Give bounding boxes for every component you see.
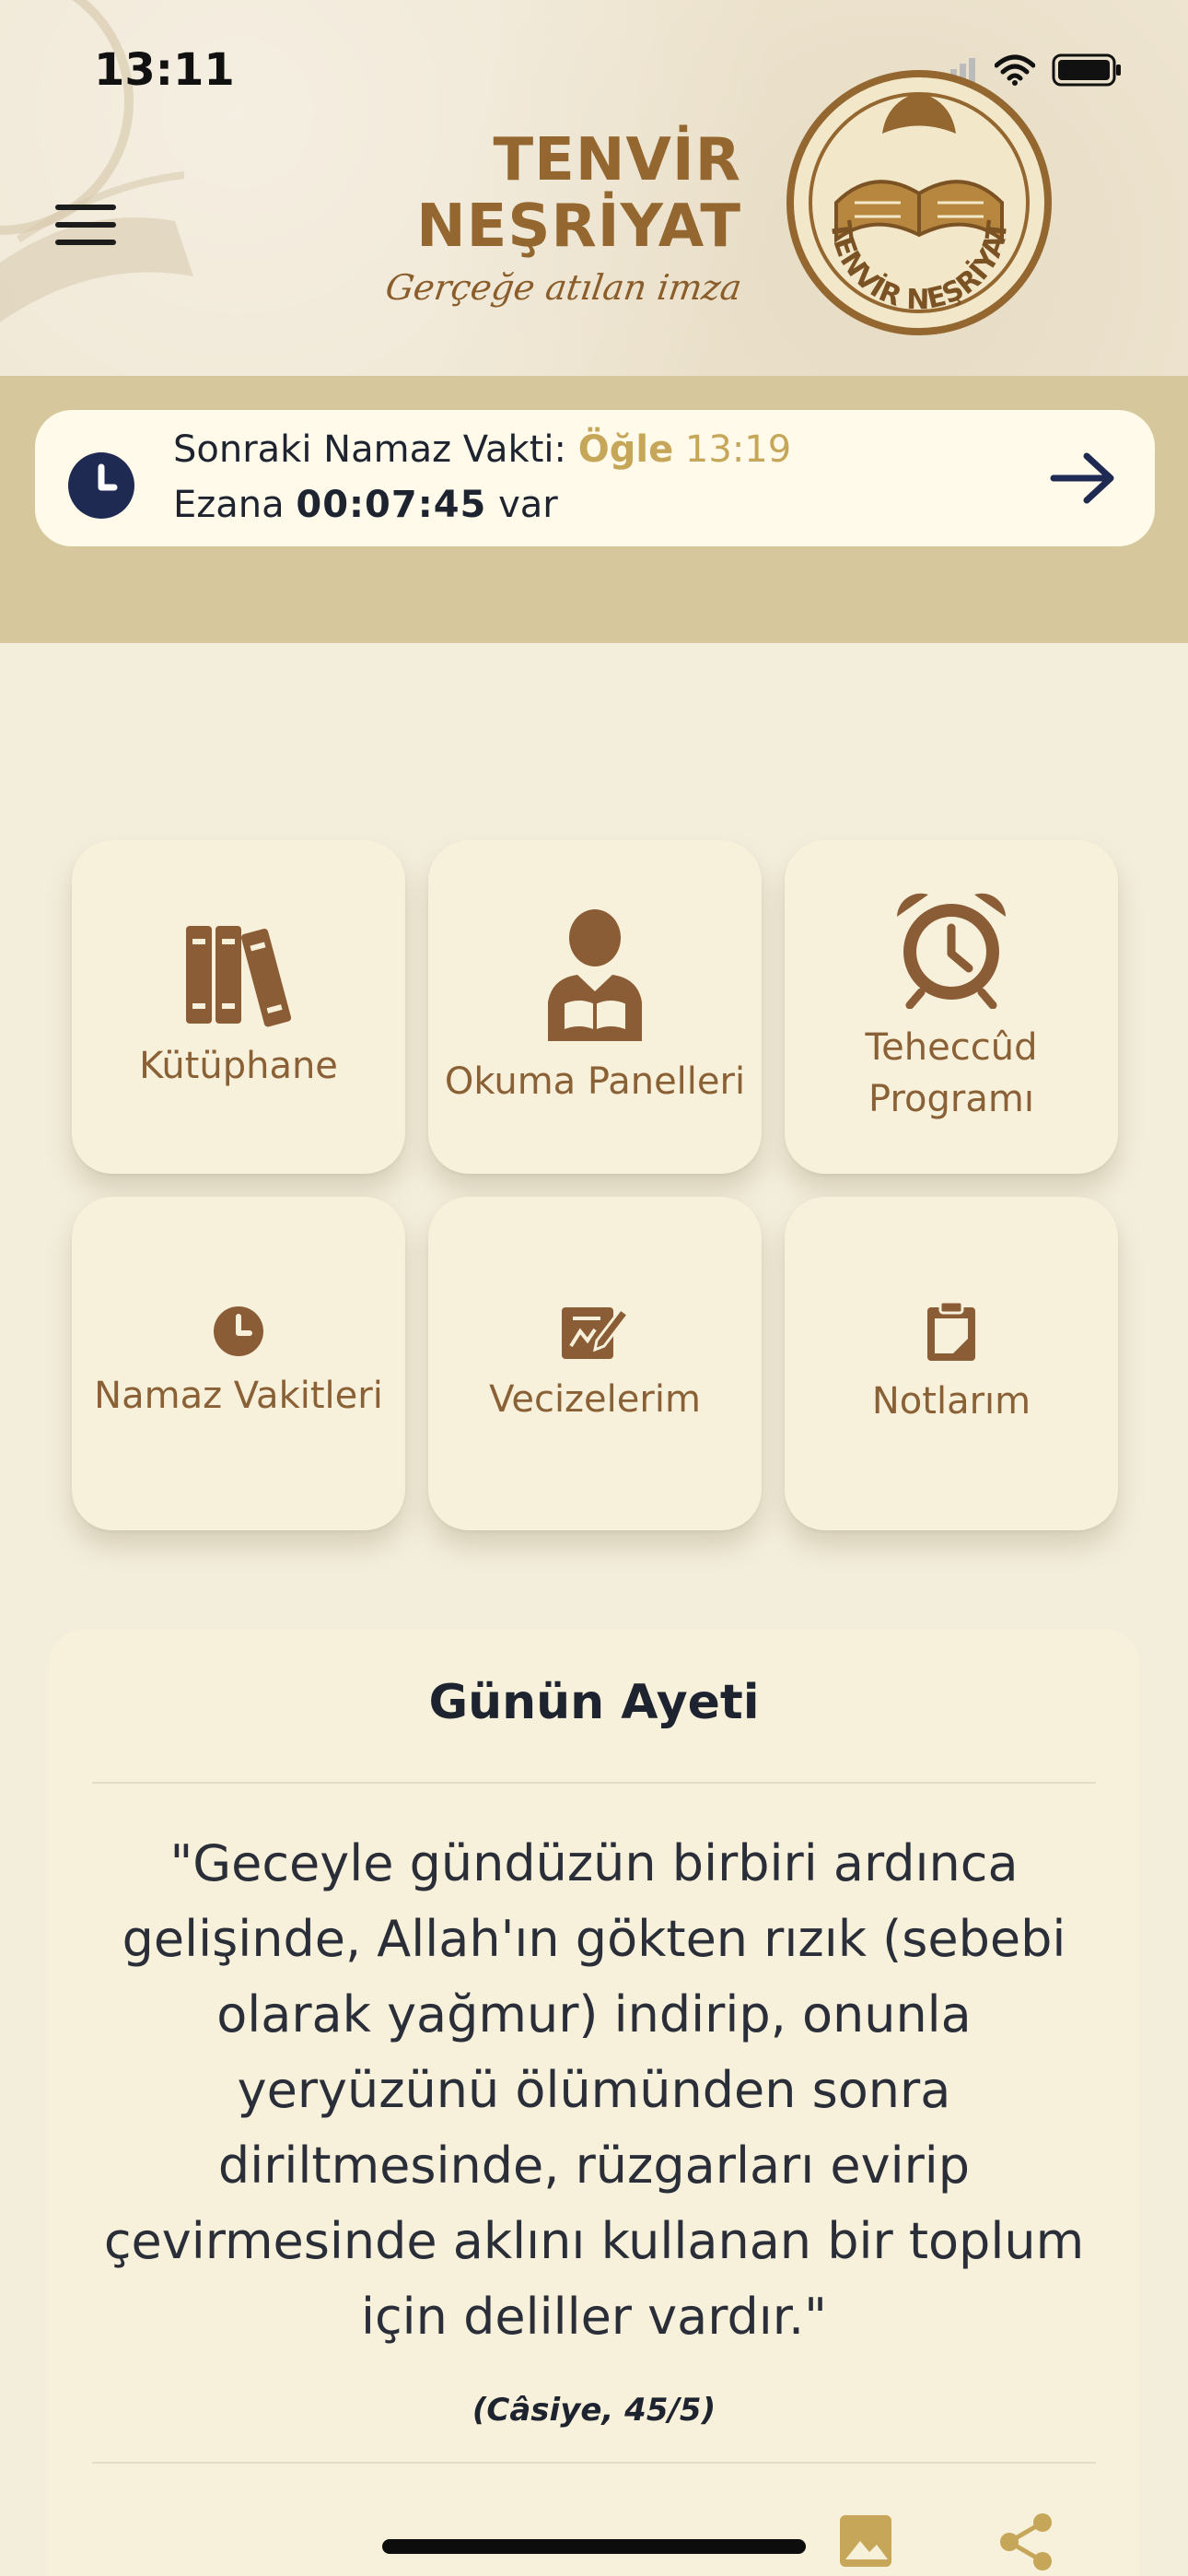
battery-icon [1052, 53, 1121, 87]
home-indicator[interactable] [382, 2539, 806, 2554]
menu-bar [55, 222, 116, 228]
countdown-line: Ezana 00:07:45 var [173, 484, 558, 526]
app-header: 13:11 TENVİR NEŞRİYAT Gerçeğe atılan imz… [0, 0, 1188, 376]
arrow-right-icon[interactable] [1048, 451, 1118, 506]
divider [92, 2462, 1096, 2464]
clock-icon [214, 1306, 263, 1356]
share-icon[interactable] [996, 2512, 1057, 2572]
menu-tile-notes[interactable]: Notlarım [785, 1197, 1118, 1530]
clock-icon [68, 452, 134, 519]
brand-wordmark: TENVİR NEŞRİYAT Gerçeğe atılan imza [364, 126, 745, 308]
countdown-value: 00:07:45 [296, 484, 487, 526]
menu-label-tahajjud-program: Teheccûd Programı [865, 1026, 1038, 1120]
brand-seal-logo: TENVİR NEŞRİYAT [786, 70, 1052, 335]
menu-label-quotes: Vecizelerim [489, 1378, 701, 1421]
menu-grid: Kütüphane Okuma Panelleri Teheccûd Progr… [72, 840, 1118, 1530]
pen-edit-icon [562, 1306, 630, 1359]
books-icon [186, 926, 292, 1027]
menu-tile-tahajjud-program[interactable]: Teheccûd Programı [785, 840, 1118, 1174]
next-prayer-prefix: Sonraki Namaz Vakti: [173, 428, 566, 471]
next-prayer-line: Sonraki Namaz Vakti: Öğle 13:19 [173, 428, 791, 471]
verse-of-the-day-card: Günün Ayeti "Geceyle gündüzün birbiri ar… [48, 1629, 1140, 2576]
brand-line1: TENVİR [493, 126, 741, 194]
image-icon[interactable] [838, 2513, 893, 2569]
menu-label-prayer-times: Namaz Vakitleri [94, 1375, 383, 1417]
menu-label-reading-panels: Okuma Panelleri [444, 1060, 746, 1103]
menu-tile-library[interactable]: Kütüphane [72, 840, 405, 1174]
menu-tile-quotes[interactable]: Vecizelerim [428, 1197, 762, 1530]
next-prayer-name: Öğle [577, 428, 674, 471]
countdown-prefix: Ezana [173, 484, 285, 526]
menu-tile-prayer-times[interactable]: Namaz Vakitleri [72, 1197, 405, 1530]
menu-bar [55, 240, 116, 245]
next-prayer-card[interactable]: Sonraki Namaz Vakti: Öğle 13:19 Ezana 00… [35, 410, 1155, 546]
divider [92, 1782, 1096, 1784]
status-time: 13:11 [94, 44, 235, 96]
verse-text: "Geceyle gündüzün birbiri ardınca gelişi… [103, 1834, 1085, 2346]
menu-tile-reading-panels[interactable]: Okuma Panelleri [428, 840, 762, 1174]
next-prayer-time: 13:19 [684, 428, 792, 471]
alarm-clock-icon [897, 893, 1006, 1009]
brand-line2: NEŞRİYAT [416, 193, 741, 261]
hamburger-menu-button[interactable] [55, 205, 116, 245]
countdown-suffix: var [498, 484, 558, 526]
verse-reference: (Câsiye, 45/5) [472, 2392, 716, 2429]
clipboard-icon [927, 1300, 975, 1361]
verse-title: Günün Ayeti [428, 1675, 760, 1730]
reader-icon [548, 909, 642, 1041]
brand-tagline: Gerçeğe atılan imza [382, 267, 745, 308]
menu-label-notes: Notlarım [871, 1380, 1031, 1423]
menu-label-library: Kütüphane [139, 1045, 338, 1087]
menu-bar [55, 205, 116, 210]
